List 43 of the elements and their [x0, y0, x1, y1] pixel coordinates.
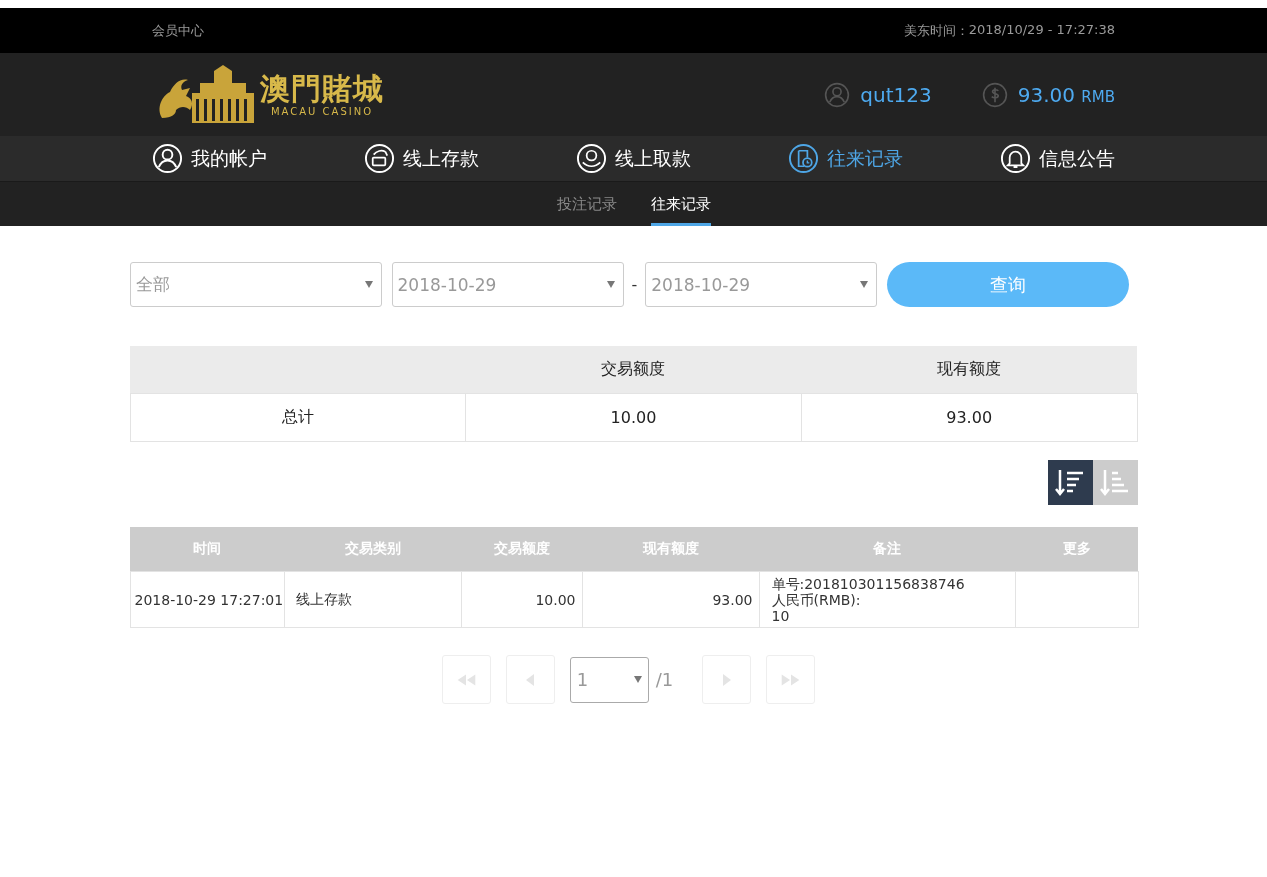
balance: 93.00 RMB [1017, 82, 1115, 107]
nav-tab[interactable]: 信息公告 [1000, 143, 1115, 174]
logo-subtitle: MACAU CASINO [270, 106, 374, 117]
total-label: 总计 [130, 393, 466, 442]
user-icon [152, 143, 183, 174]
dropdown-field[interactable]: 全部 [129, 262, 382, 307]
table-cell: 93.00 [801, 393, 1137, 442]
table-cell: 10.00 [461, 571, 582, 628]
table-cell: 2018-10-29 17:27:01 [130, 571, 284, 628]
time-label: 美东时间： [903, 21, 969, 40]
dropdown-field[interactable]: 2018-10-29 [391, 262, 624, 307]
nav-tab[interactable]: 线上存款 [364, 143, 479, 174]
table-cell: 线上存款 [284, 571, 461, 628]
member-center-link[interactable]: 会员中心 [152, 21, 204, 40]
range-separator: - [631, 275, 638, 294]
document-clock-icon [788, 143, 819, 174]
nav-tab[interactable]: 我的帐户 [152, 143, 267, 174]
caret-icon [364, 281, 373, 288]
sub-tab[interactable]: 投注记录 [556, 182, 617, 226]
sort-button[interactable] [1092, 460, 1138, 505]
table-cell: 10.00 [465, 393, 802, 442]
nav-tab[interactable]: 线上取款 [576, 143, 691, 174]
page-dropdown[interactable]: 1 [569, 656, 649, 703]
caret-icon [860, 281, 869, 288]
table-cell: 93.00 [582, 571, 759, 628]
username: qut123 [860, 82, 932, 107]
hand-coin-icon [576, 143, 607, 174]
caret-icon [606, 281, 615, 288]
caret-icon [633, 676, 642, 683]
sort-button[interactable] [1047, 460, 1093, 505]
logo-text: 澳門賭城 [260, 72, 384, 106]
nav-tab[interactable]: 往来记录 [788, 143, 903, 174]
bell-icon [1000, 143, 1031, 174]
column-header: 交易额度 [465, 346, 802, 394]
sub-tab[interactable]: 往来记录 [650, 182, 711, 226]
hand-card-icon [364, 143, 395, 174]
page-total: /1 [655, 669, 674, 690]
dollar-coin-icon [981, 81, 1008, 108]
column-header: 现有额度 [801, 346, 1137, 394]
table-cell: 单号:201810301156838746 人民币(RMB): 10 [759, 571, 1015, 628]
server-time: 2018/10/29 - 17:27:38 [968, 21, 1115, 39]
dropdown-field[interactable]: 2018-10-29 [645, 262, 878, 307]
user-icon [824, 81, 851, 108]
